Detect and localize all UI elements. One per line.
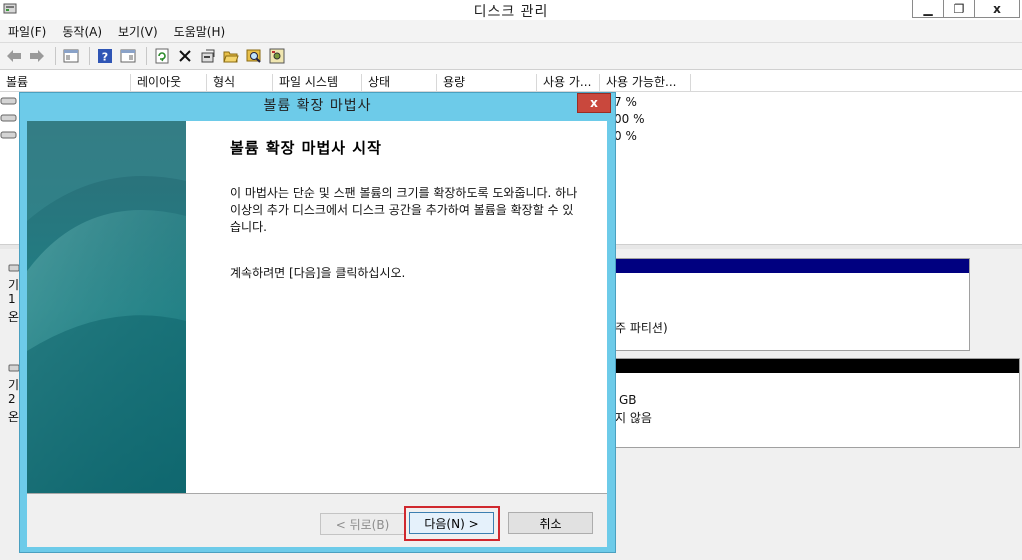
properties-icon [201,49,215,63]
column-layout[interactable]: 레이아웃 [131,74,207,91]
volume-percent-free: 0 % [614,129,637,143]
show-pane-icon [120,49,136,63]
extend-volume-wizard: 볼륨 확장 마법사 x 볼륨 확장 마법사 시작 이 마법사는 단순 및 스팬 … [19,92,616,553]
menu-view[interactable]: 보기(V) [110,23,166,40]
button-divider [27,493,607,494]
forward-button[interactable] [27,46,47,66]
toolbar-separator [146,47,147,65]
wizard-continue-text: 계속하려면 [다음]을 클릭하십시오. [230,266,406,280]
back-button[interactable] [4,46,24,66]
window-title: 디스크 관리 [473,4,549,20]
toolbar-separator [89,47,90,65]
dialog-title: 볼륨 확장 마법사 [263,98,372,114]
help-icon: ? [98,49,112,64]
svg-text:?: ? [102,51,108,64]
properties-button[interactable] [198,46,218,66]
dialog-body: 볼륨 확장 마법사 시작 이 마법사는 단순 및 스팬 볼륨의 크기를 확장하도… [27,121,607,547]
back-arrow-icon [7,50,21,62]
disk-label-fragment: 기 [8,278,20,292]
console-tree-icon [63,49,79,63]
menu-help[interactable]: 도움말(H) [166,23,234,40]
wizard-banner-graphic [27,121,186,493]
refresh-icon [155,48,169,64]
volume-list-header: 볼륨 레이아웃 형식 파일 시스템 상태 용량 사용 가... 사용 가능한..… [0,74,1022,92]
toolbar-separator [55,47,56,65]
cancel-button[interactable]: 취소 [508,512,593,534]
wizard-heading: 볼륨 확장 마법사 시작 [230,139,382,157]
wizard-description: 이 마법사는 단순 및 스팬 볼륨의 크기를 확장하도록 도와줍니다. 하나 이… [230,186,578,234]
delete-button[interactable] [175,46,195,66]
window-controls: ▁ ❐ x [912,0,1020,18]
disk-label-fragment: 온 [8,410,20,424]
disk-label-fragment: 기 [8,378,20,392]
open-button[interactable] [221,46,241,66]
volume-drive-icon [0,97,17,105]
open-icon [223,51,239,63]
refresh-button[interactable] [152,46,172,66]
title-bar: 디스크 관리 ▁ ❐ x [0,0,1022,20]
explore-icon [246,49,261,63]
forward-arrow-icon [30,50,44,62]
minimize-icon: ▁ [923,1,933,16]
settings-icon [269,48,285,64]
restore-icon: ❐ [953,1,965,16]
next-button[interactable]: 다음(N) > [409,512,494,534]
restore-button[interactable]: ❐ [943,0,975,18]
explore-button[interactable] [244,46,264,66]
menu-bar: 파일(F) 동작(A) 보기(V) 도움말(H) [0,20,1022,42]
wizard-content: 볼륨 확장 마법사 시작 이 마법사는 단순 및 스팬 볼륨의 크기를 확장하도… [186,121,607,493]
volume-percent-free: 00 % [614,112,645,126]
minimize-button[interactable]: ▁ [912,0,944,18]
unallocated-size: GB [619,393,637,407]
column-free-space[interactable]: 사용 가... [537,74,600,91]
show-pane-button[interactable] [118,46,138,66]
column-status[interactable]: 상태 [362,74,437,91]
disk1-partition[interactable]: 주 파티션) [604,258,970,351]
primary-partition-stripe [605,259,969,273]
toolbar: ? [0,42,1022,70]
close-window-button[interactable]: x [974,0,1020,18]
help-button[interactable]: ? [95,46,115,66]
column-volume[interactable]: 볼륨 [0,74,131,91]
partition-type: 주 파티션) [615,321,668,335]
close-icon: x [590,96,598,110]
menu-action[interactable]: 동작(A) [54,23,110,40]
disk2-unallocated[interactable]: GB 지 않음 [604,358,1020,448]
dialog-close-button[interactable]: x [577,93,611,113]
disk-label-fragment: 온 [8,310,20,324]
column-type[interactable]: 형식 [207,74,273,91]
console-tree-button[interactable] [61,46,81,66]
delete-icon [179,50,191,62]
column-percent-free[interactable]: 사용 가능한... [600,74,691,91]
column-file-system[interactable]: 파일 시스템 [273,74,362,91]
settings-button[interactable] [267,46,287,66]
close-icon: x [993,1,1001,16]
column-capacity[interactable]: 용량 [437,74,537,91]
volume-drive-icon [0,131,17,139]
disk-label-fragment: 2 [8,392,16,406]
menu-file[interactable]: 파일(F) [0,23,54,40]
volume-drive-icon [0,114,17,122]
disk-label-fragment: 1 [8,292,16,306]
unallocated-stripe [605,359,1019,373]
volume-percent-free: 7 % [614,95,637,109]
unallocated-status: 지 않음 [615,411,652,425]
back-button-wizard[interactable]: < 뒤로(B) [320,513,405,535]
